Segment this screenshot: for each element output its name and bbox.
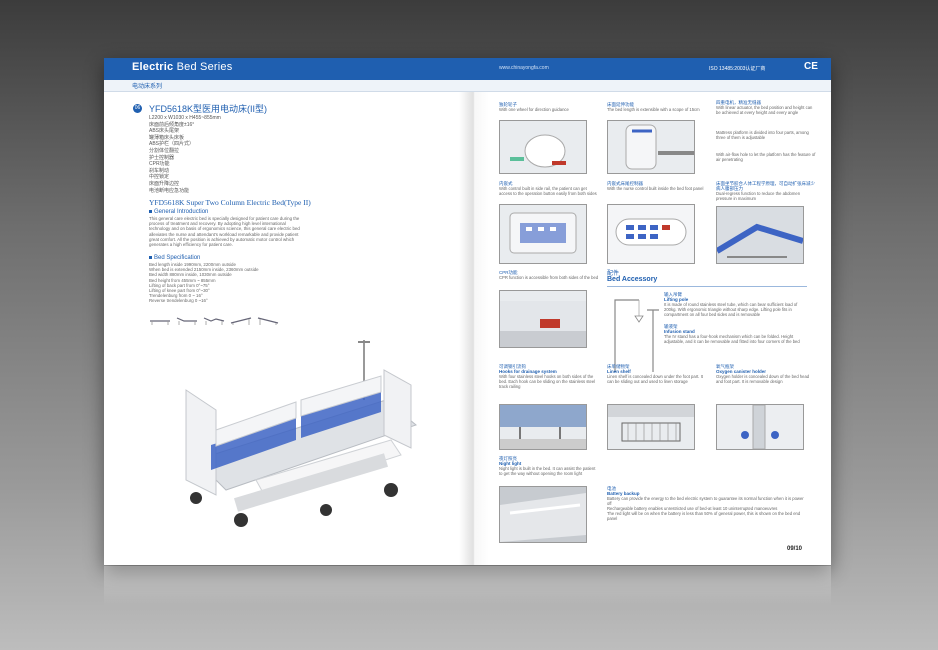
spread-reflection bbox=[104, 566, 831, 606]
page-number: 09/10 bbox=[787, 546, 803, 552]
feature-battery-backup: 电池 Battery backup Battery can provide the… bbox=[607, 486, 804, 521]
accessory-divider bbox=[607, 286, 807, 287]
brochure-spread: Electric Bed Series www.chinayongfa.com … bbox=[104, 58, 831, 565]
website-url: www.chinayongfa.com bbox=[499, 65, 549, 71]
feature-oxygen-holder: 氧气瓶架 Oxygen canister holder Oxygen holder … bbox=[716, 364, 810, 384]
header-bar: Electric Bed Series www.chinayongfa.com … bbox=[104, 58, 831, 80]
position-back-up-icon bbox=[176, 317, 197, 325]
accessory-lifting-pole: 输入吊臂 Lifting pole It is made of round sta… bbox=[664, 292, 798, 317]
feature-night-light: 夜灯照亮 Night light Night light is built in t… bbox=[499, 456, 596, 476]
linen-shelf-photo bbox=[607, 404, 695, 450]
siderail-control-photo bbox=[499, 204, 587, 264]
oxygen-holder-photo bbox=[716, 404, 804, 450]
series-title: Electric Bed Series bbox=[132, 61, 233, 73]
bed-extension-photo bbox=[607, 120, 695, 174]
feature-air-flow: With air-flow hole to let the platform h… bbox=[716, 152, 816, 162]
wheel-photo bbox=[499, 120, 587, 174]
accessory-infusion-stand: 输液架 Infusion stand The IV stand has a fou… bbox=[664, 324, 800, 344]
night-light-photo bbox=[499, 486, 587, 543]
nurse-control-photo bbox=[607, 204, 695, 264]
feature-linen-shelf: 床单储物架 Linen shelf Linen shelf is concealed… bbox=[607, 364, 703, 384]
feature-dual-regress: 床面坐节胶合人体工程学原理，可自动扩张床减少病人腹部压力 Dual-regress… bbox=[716, 181, 815, 201]
feature-bed-extension: 床面延伸功能 The bed length is extensible with … bbox=[607, 102, 700, 112]
general-intro-heading: General Introduction bbox=[149, 209, 208, 215]
series-cn: 电动床系列 bbox=[132, 84, 163, 90]
feature-siderail-control: 内嵌式 With control built in side rail, the … bbox=[499, 181, 597, 196]
position-knee-icon bbox=[203, 317, 225, 325]
ce-mark: CE bbox=[804, 61, 818, 72]
product-number-badge: 06 bbox=[133, 104, 142, 113]
position-flat-icon bbox=[150, 320, 170, 325]
feature-cpr: CPR功能 CPR function is accessible from bot… bbox=[499, 270, 599, 280]
model-title-cn: YFD5618K型医用电动床(II型) bbox=[149, 104, 268, 114]
feature-single-wheel: 独轮轮子 With one wheel for direction guidanc… bbox=[499, 102, 569, 112]
iso-badge: ISO 13485:2003认证厂商 bbox=[709, 66, 766, 72]
dual-regress-photo bbox=[716, 206, 804, 264]
feature-mattress-platform: Mattress platform is divided into four p… bbox=[716, 130, 809, 140]
feature-nurse-control: 内嵌式床尾控制器 With the nurse control built ins… bbox=[607, 181, 704, 191]
cpr-photo bbox=[499, 290, 587, 348]
spec-list-cn: L2200 x W1030 x H455~855mm 床面前后倾角度±16° AB… bbox=[149, 115, 221, 194]
book-spine bbox=[459, 58, 489, 565]
electric-bed-image bbox=[185, 340, 418, 527]
feature-linear-actuator: 四重电机，精准无缝器 With linear actuator, the bed … bbox=[716, 100, 813, 115]
model-title-en: YFD5618K Super Two Column Electric Bed(T… bbox=[149, 198, 311, 207]
lifting-pole-image bbox=[614, 299, 659, 372]
drainage-hooks-photo bbox=[499, 404, 587, 450]
sub-header-bar bbox=[104, 80, 831, 92]
general-intro-text: This general care electric bed is specia… bbox=[149, 216, 300, 248]
feature-drainage-hooks: 可调钢引流钩 Hooks for drainage system With four… bbox=[499, 364, 596, 389]
bed-spec-heading: Bed Specification bbox=[149, 255, 200, 261]
bed-spec-list: Bed length inside 1990mm, 2200mm outside… bbox=[149, 262, 259, 304]
accessory-heading-en: Bed Accessory bbox=[607, 276, 658, 283]
position-trendelenburg-icon bbox=[230, 317, 252, 325]
position-reverse-icon bbox=[257, 317, 279, 325]
